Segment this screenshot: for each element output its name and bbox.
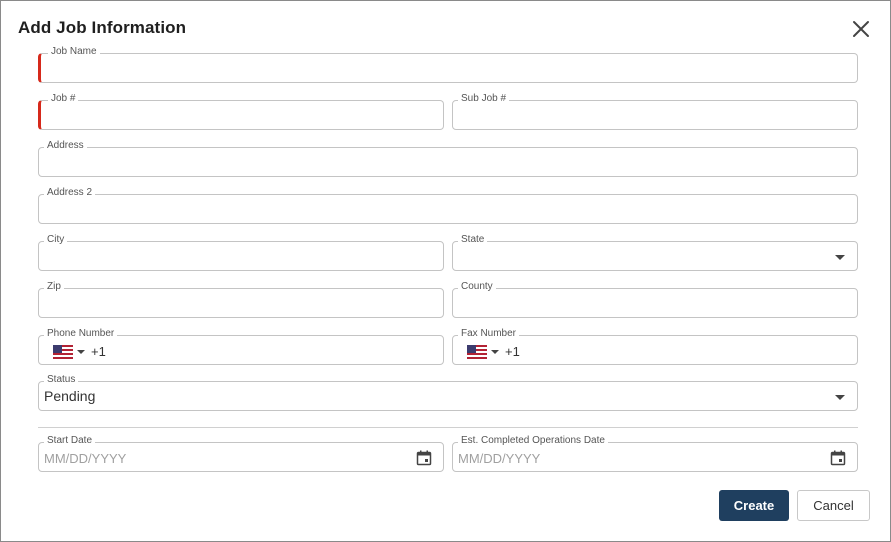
state-select[interactable]: State bbox=[452, 233, 858, 271]
start-date-placeholder: MM/DD/YYYY bbox=[44, 451, 127, 466]
job-number-label: Job # bbox=[48, 92, 79, 106]
country-dropdown-icon[interactable] bbox=[491, 349, 499, 354]
job-name-field[interactable]: Job Name bbox=[38, 45, 858, 83]
phone-country-selector[interactable]: +1 bbox=[53, 344, 106, 359]
address2-label: Address 2 bbox=[44, 186, 96, 200]
section-divider bbox=[38, 427, 858, 428]
address-field[interactable]: Address bbox=[38, 139, 858, 177]
city-label: City bbox=[44, 233, 68, 247]
phone-dial-code: +1 bbox=[91, 344, 106, 359]
city-field[interactable]: City bbox=[38, 233, 444, 271]
fax-number-field[interactable]: Fax Number +1 bbox=[452, 327, 858, 365]
chevron-down-icon[interactable] bbox=[835, 395, 845, 400]
status-value: Pending bbox=[44, 388, 96, 404]
phone-number-field[interactable]: Phone Number +1 bbox=[38, 327, 444, 365]
calendar-icon[interactable] bbox=[416, 450, 432, 466]
job-number-field[interactable]: Job # bbox=[38, 92, 444, 130]
status-label: Status bbox=[44, 373, 79, 387]
add-job-dialog: Add Job Information Job Name Job # Sub J… bbox=[0, 0, 891, 542]
county-label: County bbox=[458, 280, 496, 294]
us-flag-icon bbox=[53, 344, 73, 359]
county-field[interactable]: County bbox=[452, 280, 858, 318]
status-select[interactable]: Status Pending bbox=[38, 373, 858, 411]
fax-dial-code: +1 bbox=[505, 344, 520, 359]
create-button[interactable]: Create bbox=[719, 490, 789, 521]
fax-number-label: Fax Number bbox=[458, 327, 520, 341]
country-dropdown-icon[interactable] bbox=[77, 349, 85, 354]
cancel-button[interactable]: Cancel bbox=[797, 490, 870, 521]
phone-number-label: Phone Number bbox=[44, 327, 118, 341]
address-label: Address bbox=[44, 139, 87, 153]
job-name-label: Job Name bbox=[48, 45, 100, 59]
start-date-field[interactable]: Start Date MM/DD/YYYY bbox=[38, 434, 444, 472]
sub-job-number-field[interactable]: Sub Job # bbox=[452, 92, 858, 130]
chevron-down-icon[interactable] bbox=[835, 255, 845, 260]
state-label: State bbox=[458, 233, 488, 247]
est-completed-date-placeholder: MM/DD/YYYY bbox=[458, 451, 541, 466]
sub-job-number-label: Sub Job # bbox=[458, 92, 510, 106]
est-completed-date-field[interactable]: Est. Completed Operations Date MM/DD/YYY… bbox=[452, 434, 858, 472]
calendar-icon[interactable] bbox=[830, 450, 846, 466]
address2-field[interactable]: Address 2 bbox=[38, 186, 858, 224]
est-completed-date-label: Est. Completed Operations Date bbox=[458, 434, 608, 448]
zip-field[interactable]: Zip bbox=[38, 280, 444, 318]
zip-label: Zip bbox=[44, 280, 64, 294]
dialog-title: Add Job Information bbox=[18, 18, 187, 37]
us-flag-icon bbox=[467, 344, 487, 359]
close-icon[interactable] bbox=[851, 19, 871, 39]
fax-country-selector[interactable]: +1 bbox=[467, 344, 520, 359]
start-date-label: Start Date bbox=[44, 434, 96, 448]
